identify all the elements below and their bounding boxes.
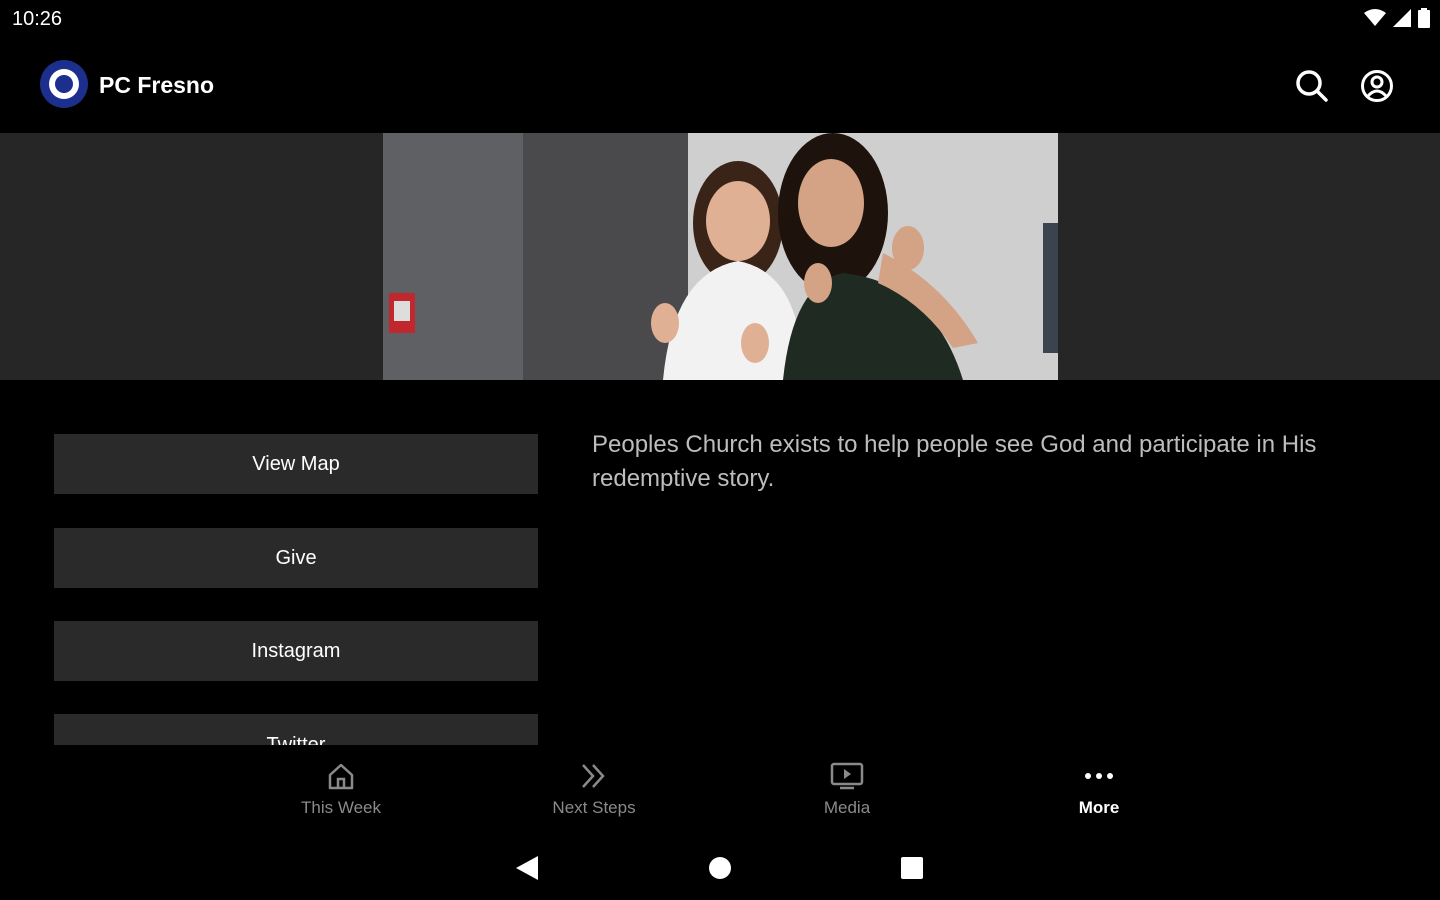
account-button[interactable] bbox=[1357, 66, 1397, 106]
instagram-label: Instagram bbox=[251, 639, 341, 662]
back-icon bbox=[516, 856, 538, 880]
nav-label-media: Media bbox=[823, 798, 871, 817]
account-icon bbox=[1361, 70, 1393, 102]
nav-label-this-week: This Week bbox=[301, 798, 381, 817]
system-recents-button[interactable] bbox=[892, 848, 932, 888]
more-horizontal-icon bbox=[1083, 758, 1115, 794]
view-map-button[interactable]: View Map bbox=[54, 434, 538, 494]
system-back-button[interactable] bbox=[507, 848, 547, 888]
church-logo bbox=[40, 60, 88, 108]
nav-label-next-steps: Next Steps bbox=[552, 798, 636, 817]
status-icons bbox=[1364, 8, 1430, 33]
system-home-button[interactable] bbox=[700, 848, 740, 888]
app-bar: PC Fresno bbox=[0, 48, 1440, 124]
recents-icon bbox=[901, 857, 923, 879]
double-chevron-right-icon bbox=[579, 758, 609, 794]
status-bar: 10:26 bbox=[0, 0, 1440, 40]
home-icon bbox=[326, 758, 356, 794]
status-time: 10:26 bbox=[12, 8, 63, 30]
link-list: View Map Give Instagram Twitter bbox=[54, 434, 538, 745]
nav-more[interactable]: More bbox=[1019, 758, 1179, 824]
search-button[interactable] bbox=[1292, 66, 1332, 106]
give-label: Give bbox=[275, 546, 317, 569]
instagram-button[interactable]: Instagram bbox=[54, 621, 538, 681]
wifi-icon bbox=[1364, 8, 1386, 33]
nav-this-week[interactable]: This Week bbox=[261, 758, 421, 824]
tv-play-icon bbox=[830, 758, 864, 794]
twitter-button[interactable]: Twitter bbox=[54, 714, 538, 745]
system-nav bbox=[0, 836, 1440, 900]
nav-label-more: More bbox=[1078, 798, 1120, 817]
give-button[interactable]: Give bbox=[54, 528, 538, 588]
nav-next-steps[interactable]: Next Steps bbox=[514, 758, 674, 824]
view-map-label: View Map bbox=[252, 452, 340, 475]
bottom-nav: This Week Next Steps Media More bbox=[0, 748, 1440, 828]
hero-photo bbox=[383, 133, 1058, 380]
home-circle-icon bbox=[709, 857, 731, 879]
twitter-label: Twitter bbox=[266, 734, 326, 745]
nav-media[interactable]: Media bbox=[767, 758, 927, 824]
app-title: PC Fresno bbox=[99, 72, 215, 98]
signal-icon bbox=[1392, 8, 1412, 33]
church-description: Peoples Church exists to help people see… bbox=[592, 431, 1317, 492]
battery-icon bbox=[1418, 8, 1430, 33]
search-icon bbox=[1296, 70, 1328, 102]
